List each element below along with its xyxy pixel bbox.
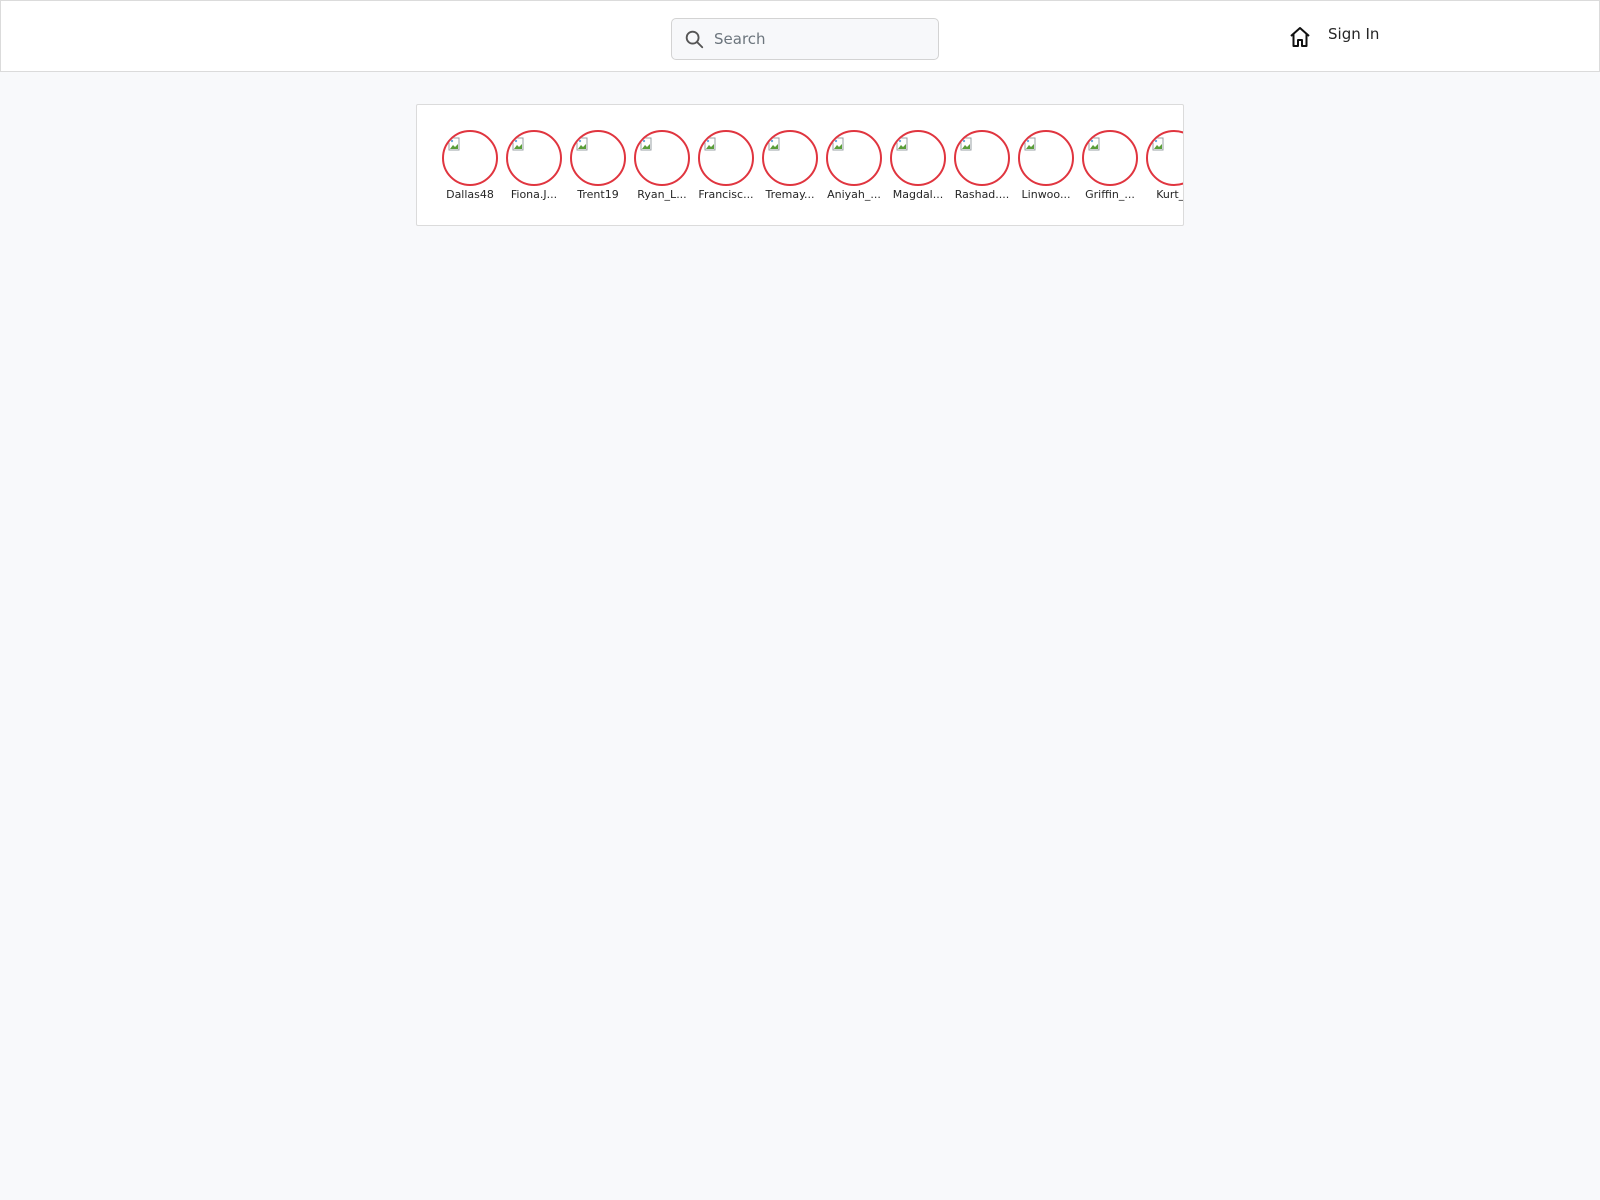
- story-item[interactable]: Francisc...: [698, 130, 754, 202]
- story-avatar-ring[interactable]: [570, 130, 626, 186]
- story-item[interactable]: Tremay...: [762, 130, 818, 202]
- story-avatar-ring[interactable]: [1146, 130, 1183, 186]
- broken-image-icon: [448, 137, 460, 151]
- story-username: Tremay...: [765, 188, 815, 201]
- story-username: Fiona.J...: [510, 188, 558, 201]
- search-input[interactable]: [705, 20, 938, 58]
- story-item[interactable]: Ryan_L...: [634, 130, 690, 202]
- story-avatar-ring[interactable]: [698, 130, 754, 186]
- top-navbar: Sign In: [0, 0, 1600, 72]
- story-username: Dallas48: [446, 188, 494, 201]
- story-avatar-ring[interactable]: [506, 130, 562, 186]
- story-username: Rashad....: [954, 188, 1010, 201]
- story-item[interactable]: Aniyah_...: [826, 130, 882, 202]
- search-box[interactable]: [671, 18, 939, 60]
- story-username: Ryan_L...: [637, 188, 687, 201]
- story-item[interactable]: Dallas48: [442, 130, 498, 202]
- story-username: Aniyah_...: [827, 188, 881, 201]
- home-icon[interactable]: [1288, 25, 1312, 49]
- story-avatar-ring[interactable]: [442, 130, 498, 186]
- broken-image-icon: [896, 137, 908, 151]
- broken-image-icon: [1152, 137, 1164, 151]
- broken-image-icon: [1088, 137, 1100, 151]
- story-username: Trent19: [577, 188, 619, 201]
- story-item[interactable]: Fiona.J...: [506, 130, 562, 202]
- story-avatar-ring[interactable]: [826, 130, 882, 186]
- broken-image-icon: [1024, 137, 1036, 151]
- story-item[interactable]: Griffin_...: [1082, 130, 1138, 202]
- story-username: Linwoo...: [1021, 188, 1071, 201]
- broken-image-icon: [832, 137, 844, 151]
- search-icon: [683, 28, 705, 50]
- broken-image-icon: [704, 137, 716, 151]
- story-avatar-ring[interactable]: [890, 130, 946, 186]
- sign-in-link[interactable]: Sign In: [1328, 25, 1379, 43]
- broken-image-icon: [640, 137, 652, 151]
- broken-image-icon: [576, 137, 588, 151]
- story-username: Kurt_B: [1156, 188, 1184, 201]
- story-avatar-ring[interactable]: [1082, 130, 1138, 186]
- broken-image-icon: [512, 137, 524, 151]
- story-avatar-ring[interactable]: [954, 130, 1010, 186]
- story-username: Griffin_...: [1085, 188, 1135, 201]
- broken-image-icon: [768, 137, 780, 151]
- story-avatar-ring[interactable]: [634, 130, 690, 186]
- story-username: Magdal...: [892, 188, 944, 201]
- story-item[interactable]: Magdal...: [890, 130, 946, 202]
- story-item[interactable]: Trent19: [570, 130, 626, 202]
- stories-tray: Dallas48 Fiona.J... Trent19 Ryan_L... Fr…: [416, 104, 1184, 226]
- story-avatar-ring[interactable]: [1018, 130, 1074, 186]
- stories-track: Dallas48 Fiona.J... Trent19 Ryan_L... Fr…: [442, 130, 1184, 202]
- story-username: Francisc...: [698, 188, 754, 201]
- story-item[interactable]: Linwoo...: [1018, 130, 1074, 202]
- story-avatar-ring[interactable]: [762, 130, 818, 186]
- broken-image-icon: [960, 137, 972, 151]
- story-item[interactable]: Rashad....: [954, 130, 1010, 202]
- story-item[interactable]: Kurt_B: [1146, 130, 1184, 202]
